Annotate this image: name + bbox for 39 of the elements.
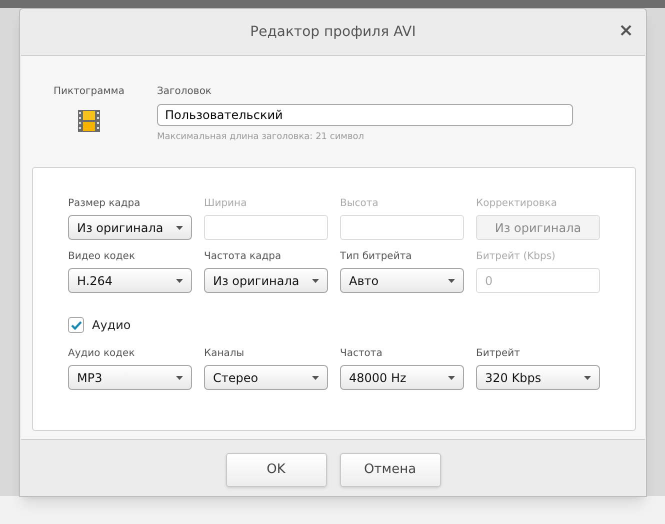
field-label: Размер кадра <box>68 197 142 211</box>
dropdown[interactable]: Стерео <box>204 365 328 390</box>
icon-label: Пиктограмма <box>54 85 124 99</box>
dialog-button[interactable]: OK <box>226 453 326 487</box>
field-label: Видео кодек <box>68 250 136 264</box>
dropdown[interactable]: 320 Kbps <box>476 365 600 390</box>
caret-icon <box>584 376 591 380</box>
close-button[interactable]: × <box>616 21 636 41</box>
dialog-button[interactable]: Отмена <box>340 453 440 487</box>
caret-icon <box>176 278 183 282</box>
field-label: Ширина <box>204 197 248 211</box>
audio-checkbox[interactable] <box>68 317 84 333</box>
field-label: Частота кадра <box>204 250 282 264</box>
title-input-field[interactable]: Пользовательский <box>157 104 573 126</box>
dropdown[interactable]: Из оригинала <box>68 215 192 240</box>
caret-icon <box>448 376 455 380</box>
field-label: Битрейт (Kbps) <box>476 250 556 264</box>
dropdown[interactable]: 48000 Hz <box>340 365 464 390</box>
dialog-title: Редактор профиля AVI <box>250 22 416 42</box>
title-label: Заголовок <box>157 85 212 99</box>
field-label: Битрейт <box>476 347 522 361</box>
field-label: Корректировка <box>476 197 558 211</box>
caret-icon <box>312 278 319 282</box>
film-icon <box>77 109 101 133</box>
dropdown[interactable]: H.264 <box>68 268 192 293</box>
dropdown[interactable]: Из оригинала <box>204 268 328 293</box>
field-label: Каналы <box>204 347 246 361</box>
title-length-hint: Максимальная длина заголовка: 21 символ <box>157 131 366 144</box>
field-label: Высота <box>340 197 380 211</box>
caret-icon <box>448 278 455 282</box>
field-label: Тип битрейта <box>340 250 413 264</box>
audio-checkbox-label: Аудио <box>92 317 131 334</box>
caret-icon <box>312 376 319 380</box>
field-label: Аудио кодек <box>68 347 136 361</box>
dropdown[interactable]: MP3 <box>68 365 192 390</box>
caret-icon <box>176 376 183 380</box>
dropdown[interactable]: Авто <box>340 268 464 293</box>
caret-icon <box>176 226 183 230</box>
field-label: Частота <box>340 347 384 361</box>
